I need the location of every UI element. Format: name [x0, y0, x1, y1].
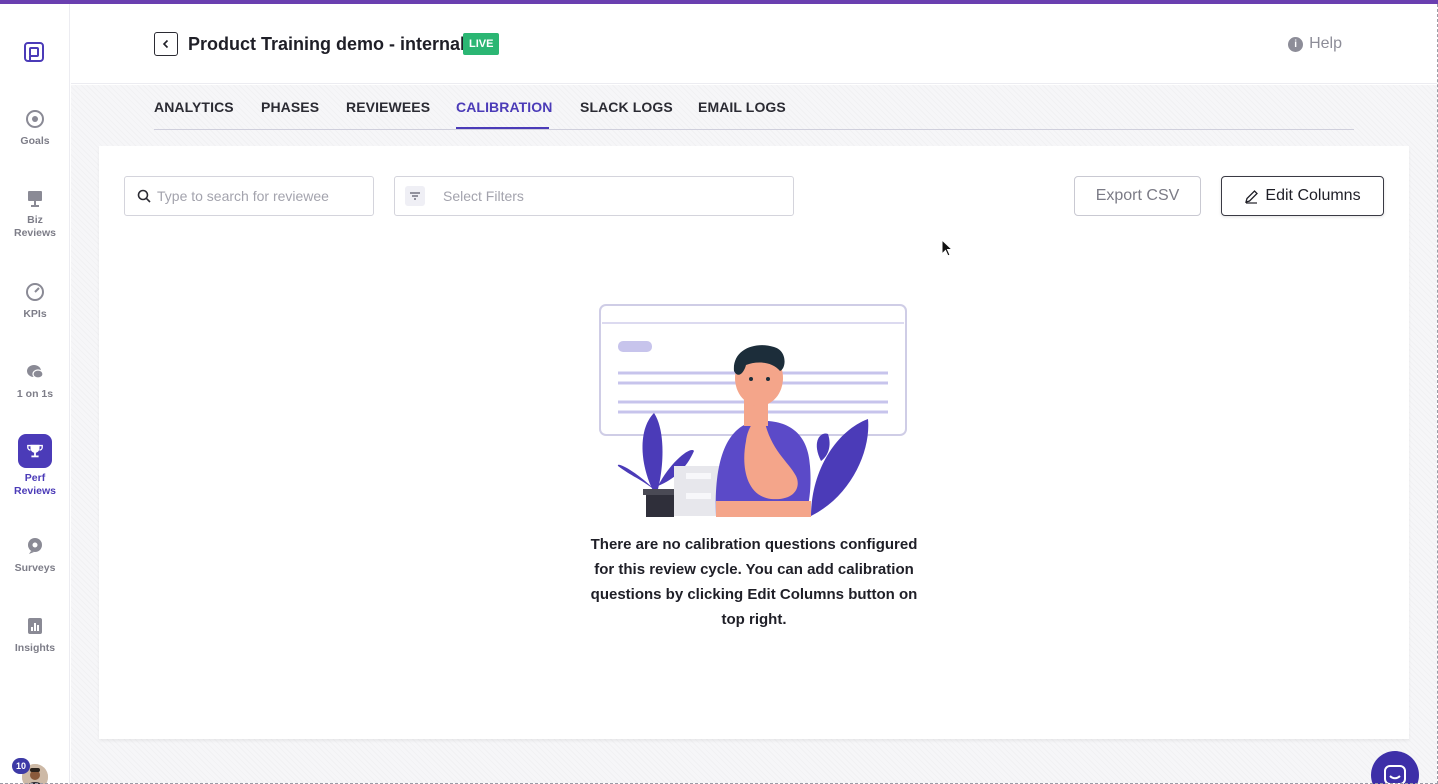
- sidebar-item-surveys[interactable]: Surveys: [0, 536, 70, 575]
- gauge-icon: [26, 283, 44, 301]
- export-csv-button[interactable]: Export CSV: [1074, 176, 1201, 216]
- sidebar-item-label: Surveys: [14, 562, 56, 574]
- sidebar-item-1on1s[interactable]: 1 on 1s: [0, 362, 70, 401]
- page-title: Product Training demo - internal: [188, 34, 466, 54]
- sidebar-item-label: Goals: [20, 135, 50, 147]
- active-nav-highlight: [18, 434, 52, 468]
- user-avatar-button[interactable]: 10: [12, 758, 48, 784]
- sidebar-item-biz-reviews[interactable]: Biz Reviews: [0, 188, 70, 240]
- sidebar-item-perf-reviews[interactable]: Perf Reviews: [0, 434, 70, 498]
- chevron-left-icon: [162, 39, 169, 49]
- active-tab-indicator: [456, 127, 549, 129]
- chat-bubble-icon: [1384, 765, 1406, 784]
- edit-columns-button[interactable]: Edit Columns: [1221, 176, 1384, 216]
- tab-slack-logs[interactable]: SLACK LOGS: [580, 99, 673, 115]
- survey-icon: [28, 538, 42, 554]
- sidebar-item-goals[interactable]: Goals: [0, 109, 70, 148]
- sidebar-item-insights[interactable]: Insights: [0, 616, 70, 655]
- filter-select[interactable]: [394, 176, 794, 216]
- insights-icon: [28, 618, 42, 634]
- trophy-icon: [27, 444, 43, 458]
- search-icon: [137, 189, 151, 203]
- info-icon: i: [1288, 36, 1304, 52]
- sidebar-item-label: Biz Reviews: [13, 214, 57, 239]
- tab-calibration[interactable]: CALIBRATION: [456, 99, 553, 115]
- target-icon: [26, 110, 44, 128]
- presentation-icon: [28, 191, 42, 207]
- empty-state-message: There are no calibration questions confi…: [590, 536, 918, 628]
- edit-columns-label: Edit Columns: [1265, 187, 1361, 204]
- tab-email-logs[interactable]: EMAIL LOGS: [698, 99, 786, 115]
- empty-state-illustration: [599, 304, 907, 517]
- page-header: Product Training demo - internal LIVE i …: [71, 4, 1437, 84]
- tab-analytics[interactable]: ANALYTICS: [154, 99, 234, 115]
- help-link[interactable]: i Help: [1288, 35, 1342, 53]
- filter-input[interactable]: [443, 188, 643, 204]
- sidebar-item-label: KPIs: [23, 308, 47, 320]
- status-badge: LIVE: [463, 33, 500, 55]
- sidebar-item-label: Perf Reviews: [13, 472, 57, 497]
- search-input[interactable]: [157, 188, 357, 204]
- sidebar: Goals Biz Reviews KPIs 1 on 1s Perf Revi…: [0, 4, 70, 784]
- pencil-icon: [1245, 189, 1259, 204]
- sidebar-item-kpis[interactable]: KPIs: [0, 282, 70, 321]
- notification-count-badge: 10: [12, 758, 30, 774]
- filter-icon: [405, 186, 425, 206]
- search-box: [124, 176, 374, 216]
- calibration-panel: Export CSV Edit Columns: [99, 146, 1409, 739]
- tab-phases[interactable]: PHASES: [261, 99, 319, 115]
- sidebar-item-label: Insights: [14, 642, 56, 654]
- back-button[interactable]: [154, 32, 178, 56]
- sidebar-item-label: 1 on 1s: [16, 388, 54, 400]
- tab-bar: ANALYTICS PHASES REVIEWEES CALIBRATION S…: [154, 85, 1354, 130]
- help-label: Help: [1309, 35, 1342, 52]
- chat-icon: [27, 365, 44, 379]
- tab-reviewees[interactable]: REVIEWEES: [346, 99, 430, 115]
- mouse-cursor-icon: [941, 239, 954, 257]
- app-logo-icon[interactable]: [22, 40, 46, 64]
